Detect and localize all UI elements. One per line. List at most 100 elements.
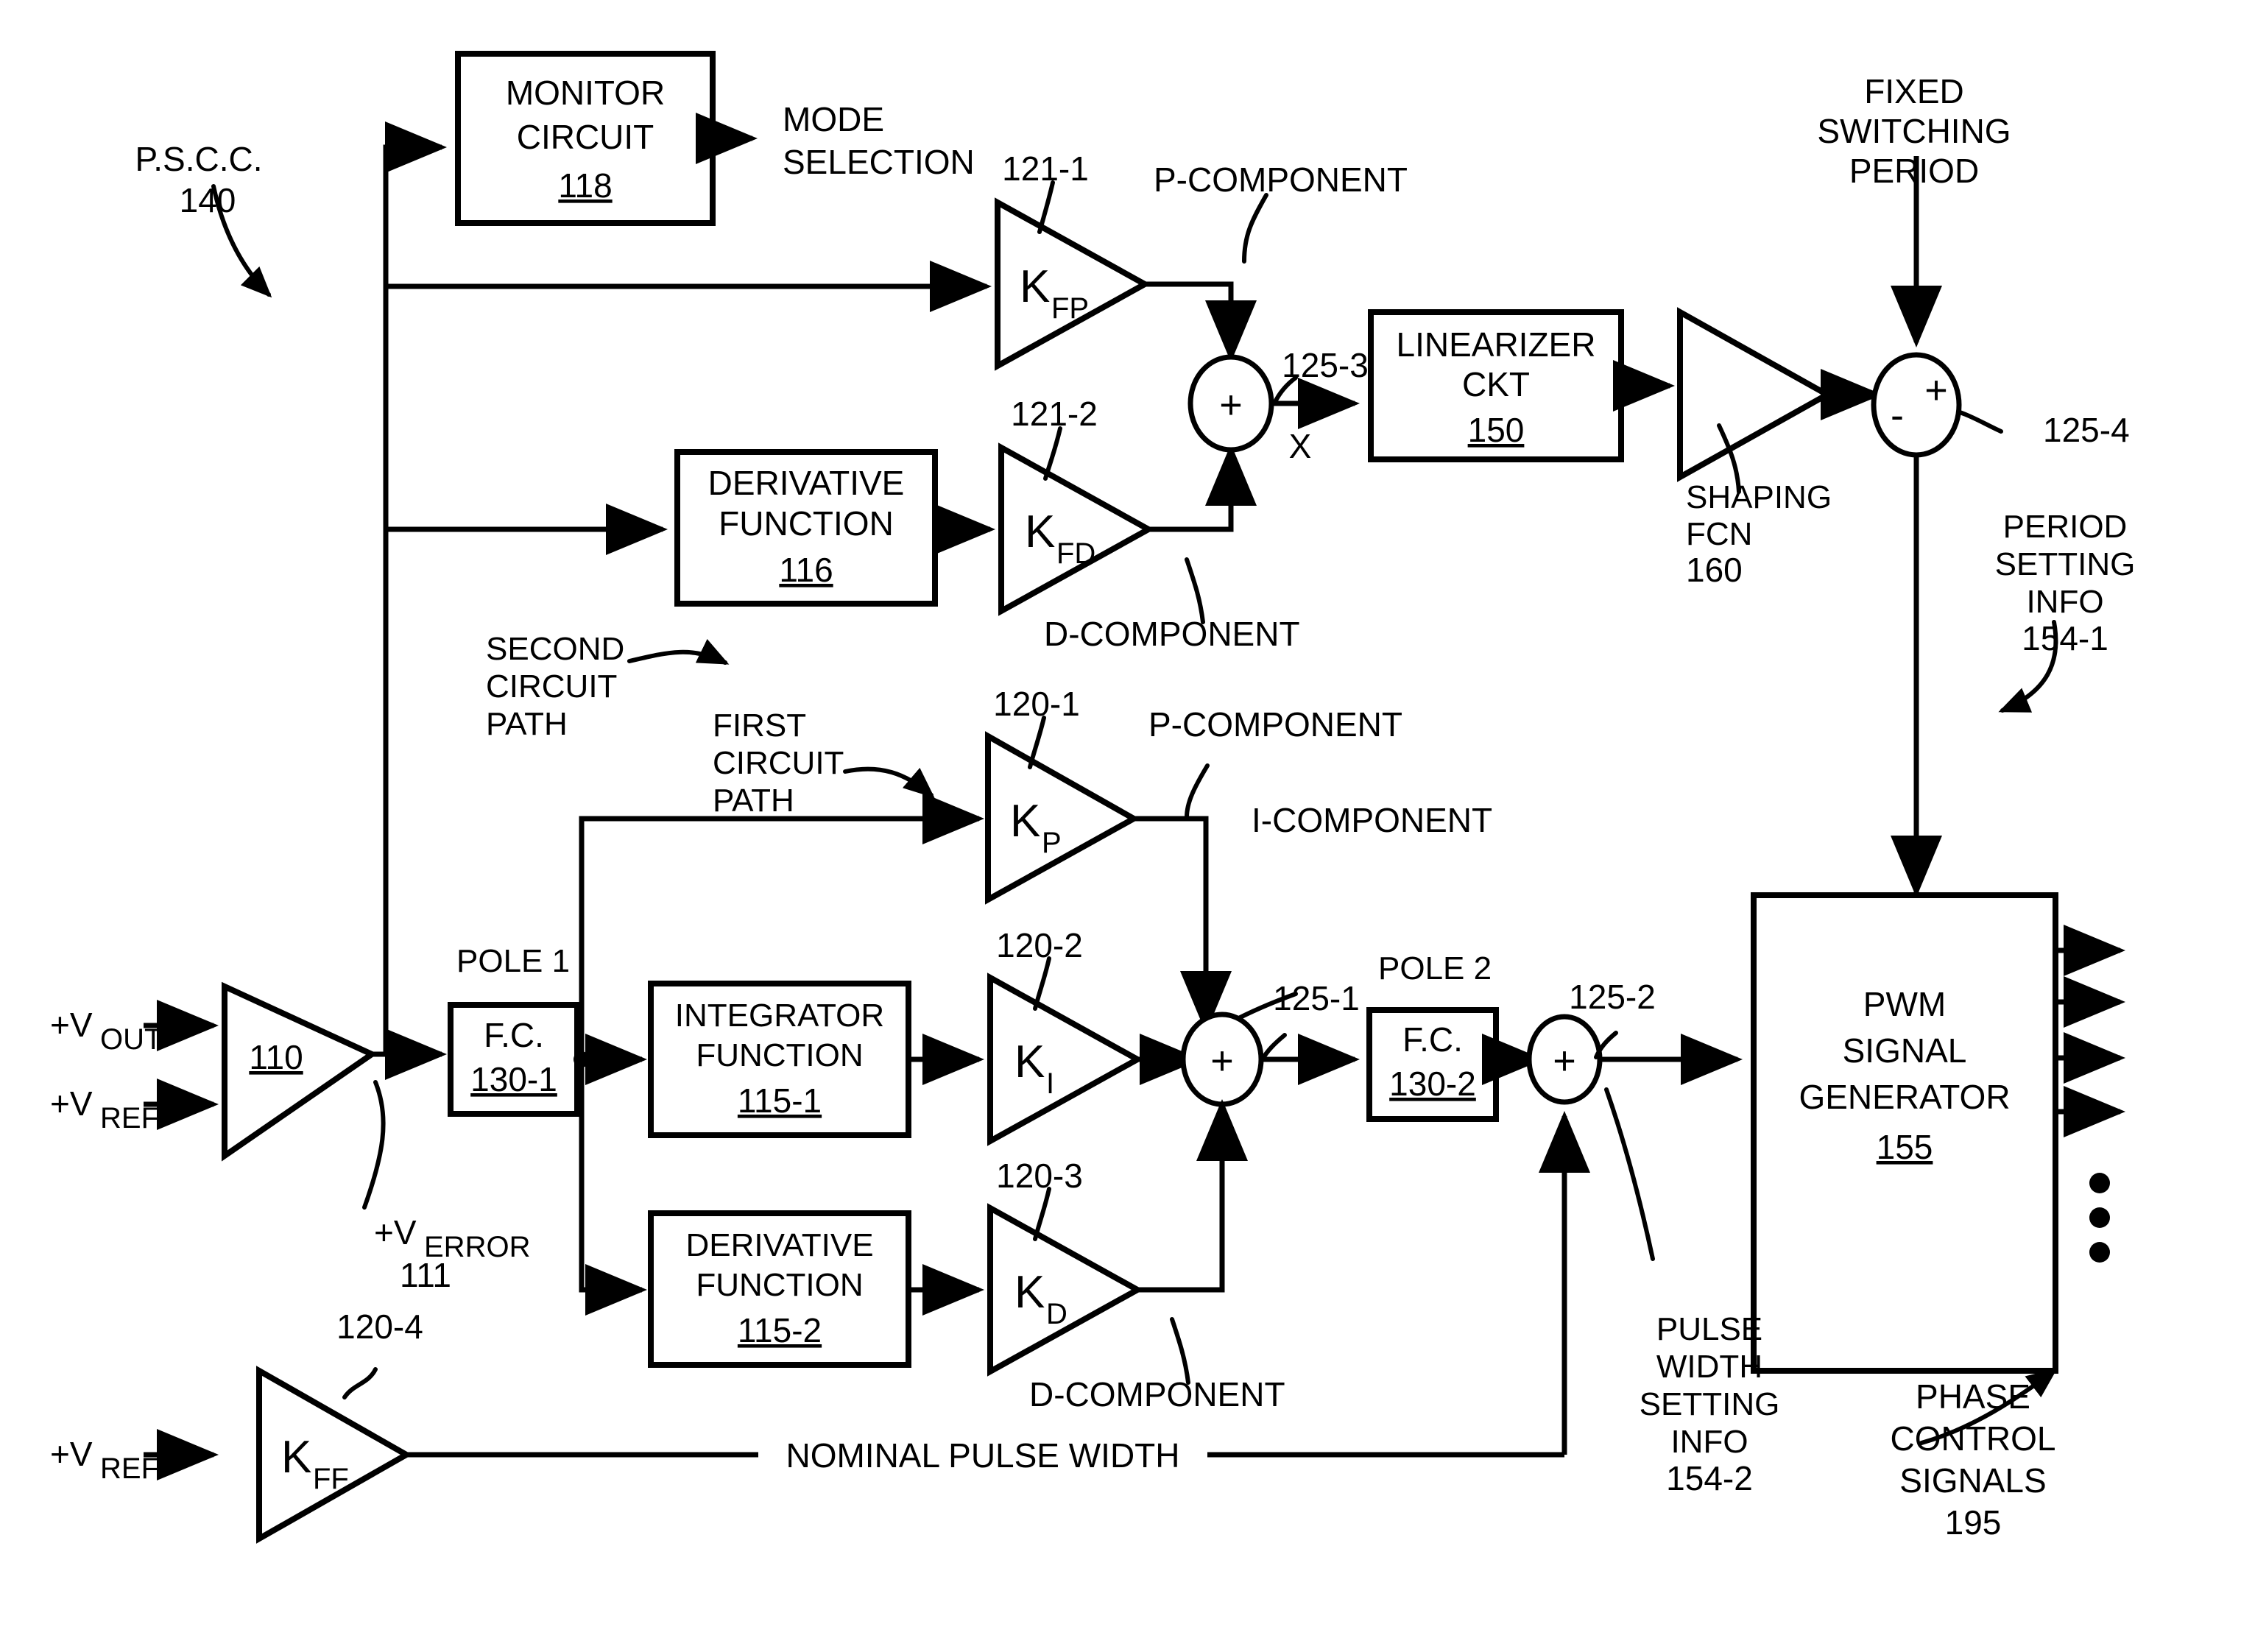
kp-output-wire	[1134, 816, 1232, 1033]
integrator-ref: 115-1	[738, 1081, 822, 1120]
phase-line2: CONTROL	[1891, 1419, 2056, 1458]
mode-selection-line1: MODE	[783, 100, 884, 138]
pulse-line3: SETTING	[1640, 1386, 1780, 1422]
ref-120-1-lead	[1028, 716, 1046, 769]
shaping-fcn-amplifier	[1677, 307, 1834, 482]
kfd-gain-subscript: FD	[1056, 537, 1095, 570]
ref-120-1-label: 120-1	[993, 685, 1080, 723]
kff-gain-label: K	[281, 1432, 311, 1483]
p-component-bot-lead	[1185, 763, 1210, 819]
ellipsis-dot-2	[2089, 1207, 2110, 1228]
pwm-line3: GENERATOR	[1799, 1078, 2010, 1116]
monitor-circuit-line1: MONITOR	[506, 74, 665, 112]
vref1-subscript: REF	[100, 1102, 159, 1134]
ki-amplifier	[987, 973, 1144, 1146]
ellipsis-dot-1	[2089, 1173, 2110, 1193]
pwm-ref: 155	[1877, 1128, 1933, 1166]
fixed-line3: PERIOD	[1849, 152, 1979, 190]
first-path-line3: PATH	[713, 783, 794, 819]
d-component-top-lead	[1185, 557, 1205, 624]
kfd-gain-label: K	[1025, 506, 1055, 557]
first-path-line1: FIRST	[713, 707, 806, 744]
shaping-line1: SHAPING	[1686, 479, 1832, 515]
kfd-amplifier	[998, 442, 1155, 616]
derivative-116-line2: FUNCTION	[719, 504, 894, 543]
pulse-width-setting-lead	[1604, 1087, 1655, 1261]
derivative-116-line1: DERIVATIVE	[708, 464, 905, 502]
ref-125-4-lead	[1958, 410, 2003, 434]
ref-121-1-label: 121-1	[1002, 149, 1089, 188]
kp-gain-subscript: P	[1042, 827, 1062, 859]
kfp-output-wire	[1145, 281, 1257, 362]
ref-125-1-lead	[1260, 1033, 1287, 1062]
patent-figure: MONITOR CIRCUIT 118 DERIVATIVE FUNCTION …	[0, 0, 2241, 1652]
derivative-115-2-line2: FUNCTION	[696, 1267, 863, 1303]
ref-120-2-lead	[1033, 956, 1051, 1011]
pwm-line2: SIGNAL	[1843, 1031, 1967, 1070]
kd-output-wire	[1137, 1099, 1248, 1293]
kp-gain-label: K	[1010, 796, 1040, 847]
fixed-line1: FIXED	[1864, 72, 1963, 110]
pulse-line2: WIDTH	[1656, 1349, 1762, 1385]
shaping-line2: FCN	[1686, 516, 1752, 552]
verror-lead	[362, 1080, 386, 1210]
ki-gain-label: K	[1014, 1037, 1045, 1087]
shaping-ref: 160	[1686, 551, 1743, 589]
branch-to-deriv115-wire	[579, 1059, 635, 1293]
ref-121-2-label: 121-2	[1011, 395, 1098, 433]
kfp-gain-label: K	[1020, 261, 1050, 312]
ref-120-3-lead	[1033, 1187, 1051, 1241]
pwm-line1: PWM	[1863, 985, 1946, 1023]
linearizer-line1: LINEARIZER	[1397, 325, 1596, 364]
error-amplifier-ref: 110	[249, 1038, 303, 1076]
ref-121-1-lead	[1037, 180, 1055, 234]
p-component-top-lead	[1242, 193, 1268, 264]
ref-125-3-label: 125-3	[1282, 346, 1369, 384]
linearizer-line2: CKT	[1462, 365, 1530, 403]
vout-label: +V	[50, 1006, 93, 1044]
sum-node-125-1-plus: +	[1210, 1039, 1234, 1083]
derivative-115-2-ref: 115-2	[738, 1311, 822, 1349]
derivative-115-2-line1: DERIVATIVE	[685, 1227, 873, 1263]
fc-130-1-line1: F.C.	[484, 1016, 544, 1054]
pulse-line1: PULSE	[1656, 1311, 1762, 1347]
fc-130-2-ref: 130-2	[1389, 1065, 1476, 1103]
pole1-label: POLE 1	[456, 943, 570, 979]
p-component-top-label: P-COMPONENT	[1154, 160, 1408, 199]
monitor-circuit-ref: 118	[558, 166, 612, 205]
second-path-line2: CIRCUIT	[486, 668, 617, 705]
vout-subscript: OUT	[100, 1023, 162, 1056]
derivative-116-ref: 116	[779, 551, 833, 589]
phase-line1: PHASE	[1916, 1377, 2030, 1416]
phase-line3: SIGNALS	[1899, 1461, 2046, 1500]
block-diagram-canvas: MONITOR CIRCUIT 118 DERIVATIVE FUNCTION …	[50, 51, 2135, 1544]
ref-120-4-label: 120-4	[336, 1307, 423, 1346]
fixed-line2: SWITCHING	[1817, 112, 2011, 150]
period-line3: INFO	[2026, 584, 2103, 620]
kfp-gain-subscript: FP	[1051, 292, 1089, 325]
ellipsis-dot-3	[2089, 1242, 2110, 1263]
ref-120-2-label: 120-2	[996, 926, 1083, 964]
pole2-label: POLE 2	[1378, 950, 1492, 986]
linearizer-ref: 150	[1468, 411, 1525, 449]
verror-ref: 111	[400, 1256, 451, 1294]
i-component-label: I-COMPONENT	[1252, 801, 1492, 839]
period-line1: PERIOD	[2003, 509, 2128, 545]
ref-125-2-label: 125-2	[1569, 978, 1656, 1016]
kd-amplifier	[987, 1203, 1144, 1377]
sum-node-125-3-plus: +	[1219, 383, 1243, 427]
ref-120-3-label: 120-3	[996, 1157, 1083, 1195]
d-component-bot-label: D-COMPONENT	[1029, 1375, 1285, 1413]
nominal-pulse-width-label: NOMINAL PULSE WIDTH	[786, 1436, 1179, 1475]
d-component-bot-lead	[1170, 1317, 1190, 1385]
ref-125-4-label: 125-4	[2043, 411, 2130, 449]
x-label: X	[1289, 427, 1312, 465]
monitor-circuit-line2: CIRCUIT	[517, 118, 654, 156]
verror-label: +V	[374, 1213, 417, 1252]
first-path-line2: CIRCUIT	[713, 745, 844, 781]
pscc-ref: 140	[180, 181, 236, 219]
period-ref: 154-1	[2022, 619, 2108, 657]
phase-ref: 195	[1945, 1503, 2002, 1542]
fc-130-2-line1: F.C.	[1402, 1020, 1463, 1059]
vref2-subscript: REF	[100, 1452, 159, 1485]
